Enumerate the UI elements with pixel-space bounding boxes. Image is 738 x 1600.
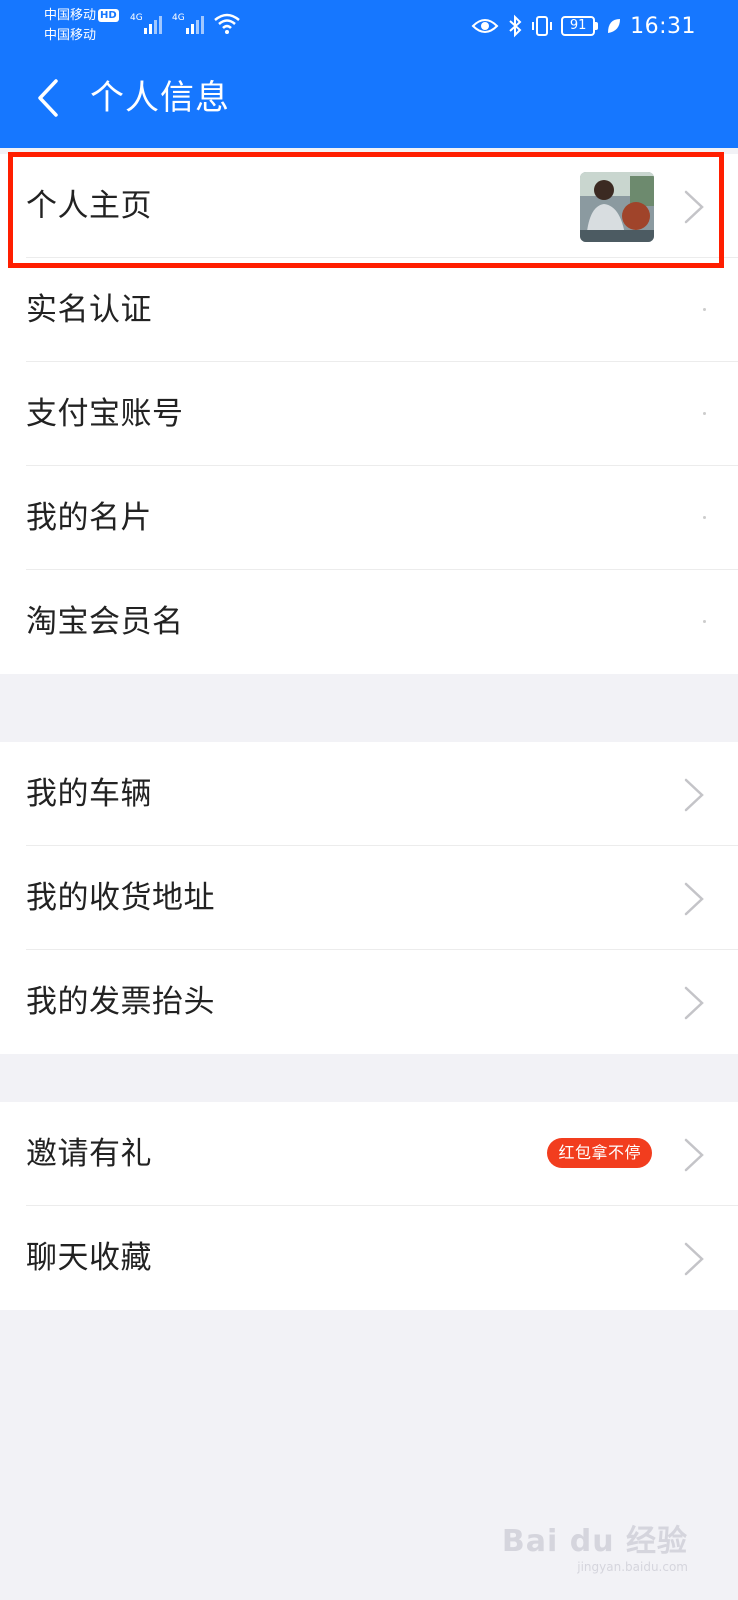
list-item-invoice-title[interactable]: 我的发票抬头 <box>0 950 738 1054</box>
list-item-label: 我的名片 <box>26 500 152 536</box>
list-item-vehicles[interactable]: 我的车辆 <box>0 742 738 846</box>
list-item-real-name[interactable]: 实名认证 <box>0 258 738 362</box>
leaf-icon <box>608 19 621 33</box>
watermark-brand: Bai du 经验 <box>501 1524 688 1559</box>
chevron-right-icon <box>684 882 704 916</box>
nav-bar: 个人信息 <box>0 58 738 142</box>
list-item-label: 我的车辆 <box>26 776 152 812</box>
list-item-taobao-name[interactable]: 淘宝会员名 <box>0 570 738 674</box>
battery-level: 91 <box>561 16 596 36</box>
network-label-2: 4G <box>172 13 185 23</box>
network-label-1: 4G <box>130 13 143 23</box>
row-indicator <box>703 412 706 415</box>
row-indicator <box>703 308 706 311</box>
signal-4g-2-icon: 4G <box>172 13 204 34</box>
bluetooth-icon <box>509 14 522 38</box>
avatar <box>580 172 654 242</box>
watermark: Bai du 经验 jingyan.baidu.com <box>502 1516 688 1574</box>
signal-4g-icon: 4G <box>130 13 162 34</box>
status-bar: 中国移动 HD 中国移动 4G 4G 91 16:31 <box>0 0 738 52</box>
status-icons: 91 16:31 <box>471 8 696 44</box>
app-header: 中国移动 HD 中国移动 4G 4G 91 16:31 个人信息 <box>0 0 738 148</box>
hd-badge: HD <box>98 9 119 22</box>
watermark-url: jingyan.baidu.com <box>577 1560 688 1574</box>
list-item-alipay-account[interactable]: 支付宝账号 <box>0 362 738 466</box>
list-item-label: 我的收货地址 <box>26 880 215 916</box>
list-item-homepage[interactable]: 个人主页 <box>0 154 738 258</box>
profile-group: 个人主页 实名认证 支付宝账号 我的名片 淘宝会员名 <box>0 154 738 674</box>
carrier-2: 中国移动 <box>44 28 97 43</box>
list-item-label: 支付宝账号 <box>26 396 184 432</box>
list-item-label: 邀请有礼 <box>26 1136 152 1172</box>
carrier-1: 中国移动 <box>44 8 97 23</box>
chevron-left-icon <box>38 79 58 117</box>
chevron-right-icon <box>684 1242 704 1276</box>
carrier-info: 中国移动 HD 中国移动 <box>44 6 119 46</box>
battery-indicator: 91 <box>561 16 599 36</box>
back-button[interactable] <box>28 76 68 120</box>
list-item-label: 淘宝会员名 <box>26 604 184 640</box>
list-item-invite[interactable]: 邀请有礼 红包拿不停 <box>0 1102 738 1206</box>
row-indicator <box>703 620 706 623</box>
vibrate-icon <box>532 16 553 36</box>
page-title: 个人信息 <box>90 78 230 118</box>
list-item-shipping-address[interactable]: 我的收货地址 <box>0 846 738 950</box>
clock: 16:31 <box>630 13 696 39</box>
eye-icon <box>471 19 499 33</box>
chevron-right-icon <box>684 778 704 812</box>
chevron-right-icon <box>684 190 704 224</box>
list-item-business-card[interactable]: 我的名片 <box>0 466 738 570</box>
wifi-icon <box>214 13 240 34</box>
social-group: 邀请有礼 红包拿不停 聊天收藏 <box>0 1102 738 1310</box>
list-item-label: 个人主页 <box>26 188 152 224</box>
address-group: 我的车辆 我的收货地址 我的发票抬头 <box>0 742 738 1054</box>
list-item-label: 我的发票抬头 <box>26 984 215 1020</box>
chevron-right-icon <box>684 986 704 1020</box>
chevron-right-icon <box>684 1138 704 1172</box>
list-item-label: 实名认证 <box>26 292 152 328</box>
row-indicator <box>703 516 706 519</box>
list-item-label: 聊天收藏 <box>26 1240 152 1276</box>
list-item-chat-favorites[interactable]: 聊天收藏 <box>0 1206 738 1310</box>
promo-badge: 红包拿不停 <box>547 1138 652 1168</box>
